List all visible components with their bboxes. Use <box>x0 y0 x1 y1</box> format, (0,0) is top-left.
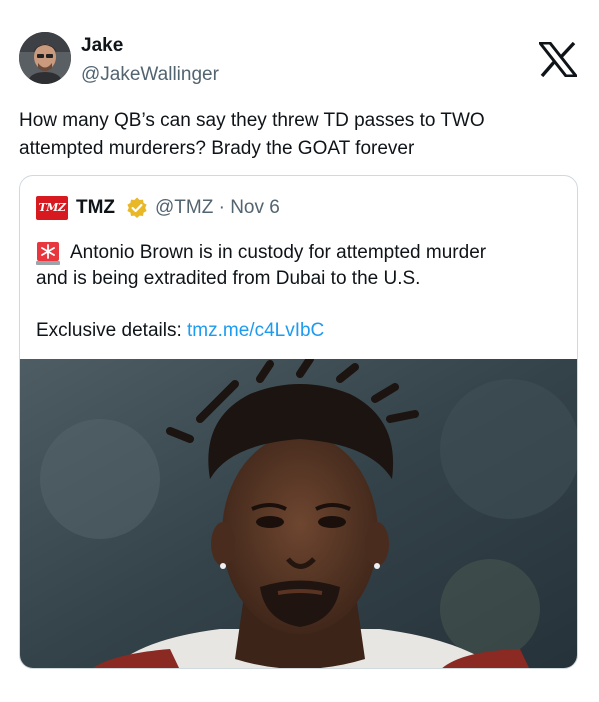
exclusive-label: Exclusive details: <box>36 320 188 341</box>
quoted-exclusive-line: Exclusive details: tmz.me/c4LvIbC <box>36 318 324 344</box>
author-handle[interactable]: @JakeWallinger <box>81 64 219 86</box>
tmz-logo: TMZ <box>36 196 68 220</box>
quoted-tweet-card[interactable]: TMZ TMZ @TMZ · Nov 6 Antonio Brown is in… <box>19 175 578 669</box>
quoted-text-line-1: Antonio Brown is in custody for attempte… <box>70 242 487 263</box>
author-avatar[interactable] <box>19 32 71 84</box>
quoted-author-name[interactable]: TMZ <box>76 196 115 220</box>
verified-badge-icon <box>125 196 149 220</box>
author-name[interactable]: Jake <box>81 35 123 57</box>
tweet-text: How many QB’s can say they threw TD pass… <box>19 110 485 159</box>
quoted-handle-date: @TMZ · Nov 6 <box>155 197 280 218</box>
rotating-light-icon <box>36 240 60 266</box>
tmz-link[interactable]: tmz.me/c4LvIbC <box>187 320 324 341</box>
quoted-text-line-2: and is being extradited from Dubai to th… <box>36 268 421 289</box>
x-logo-icon[interactable] <box>536 41 580 78</box>
tmz-logo-text: TMZ <box>38 201 66 214</box>
quoted-photo[interactable] <box>20 359 577 668</box>
